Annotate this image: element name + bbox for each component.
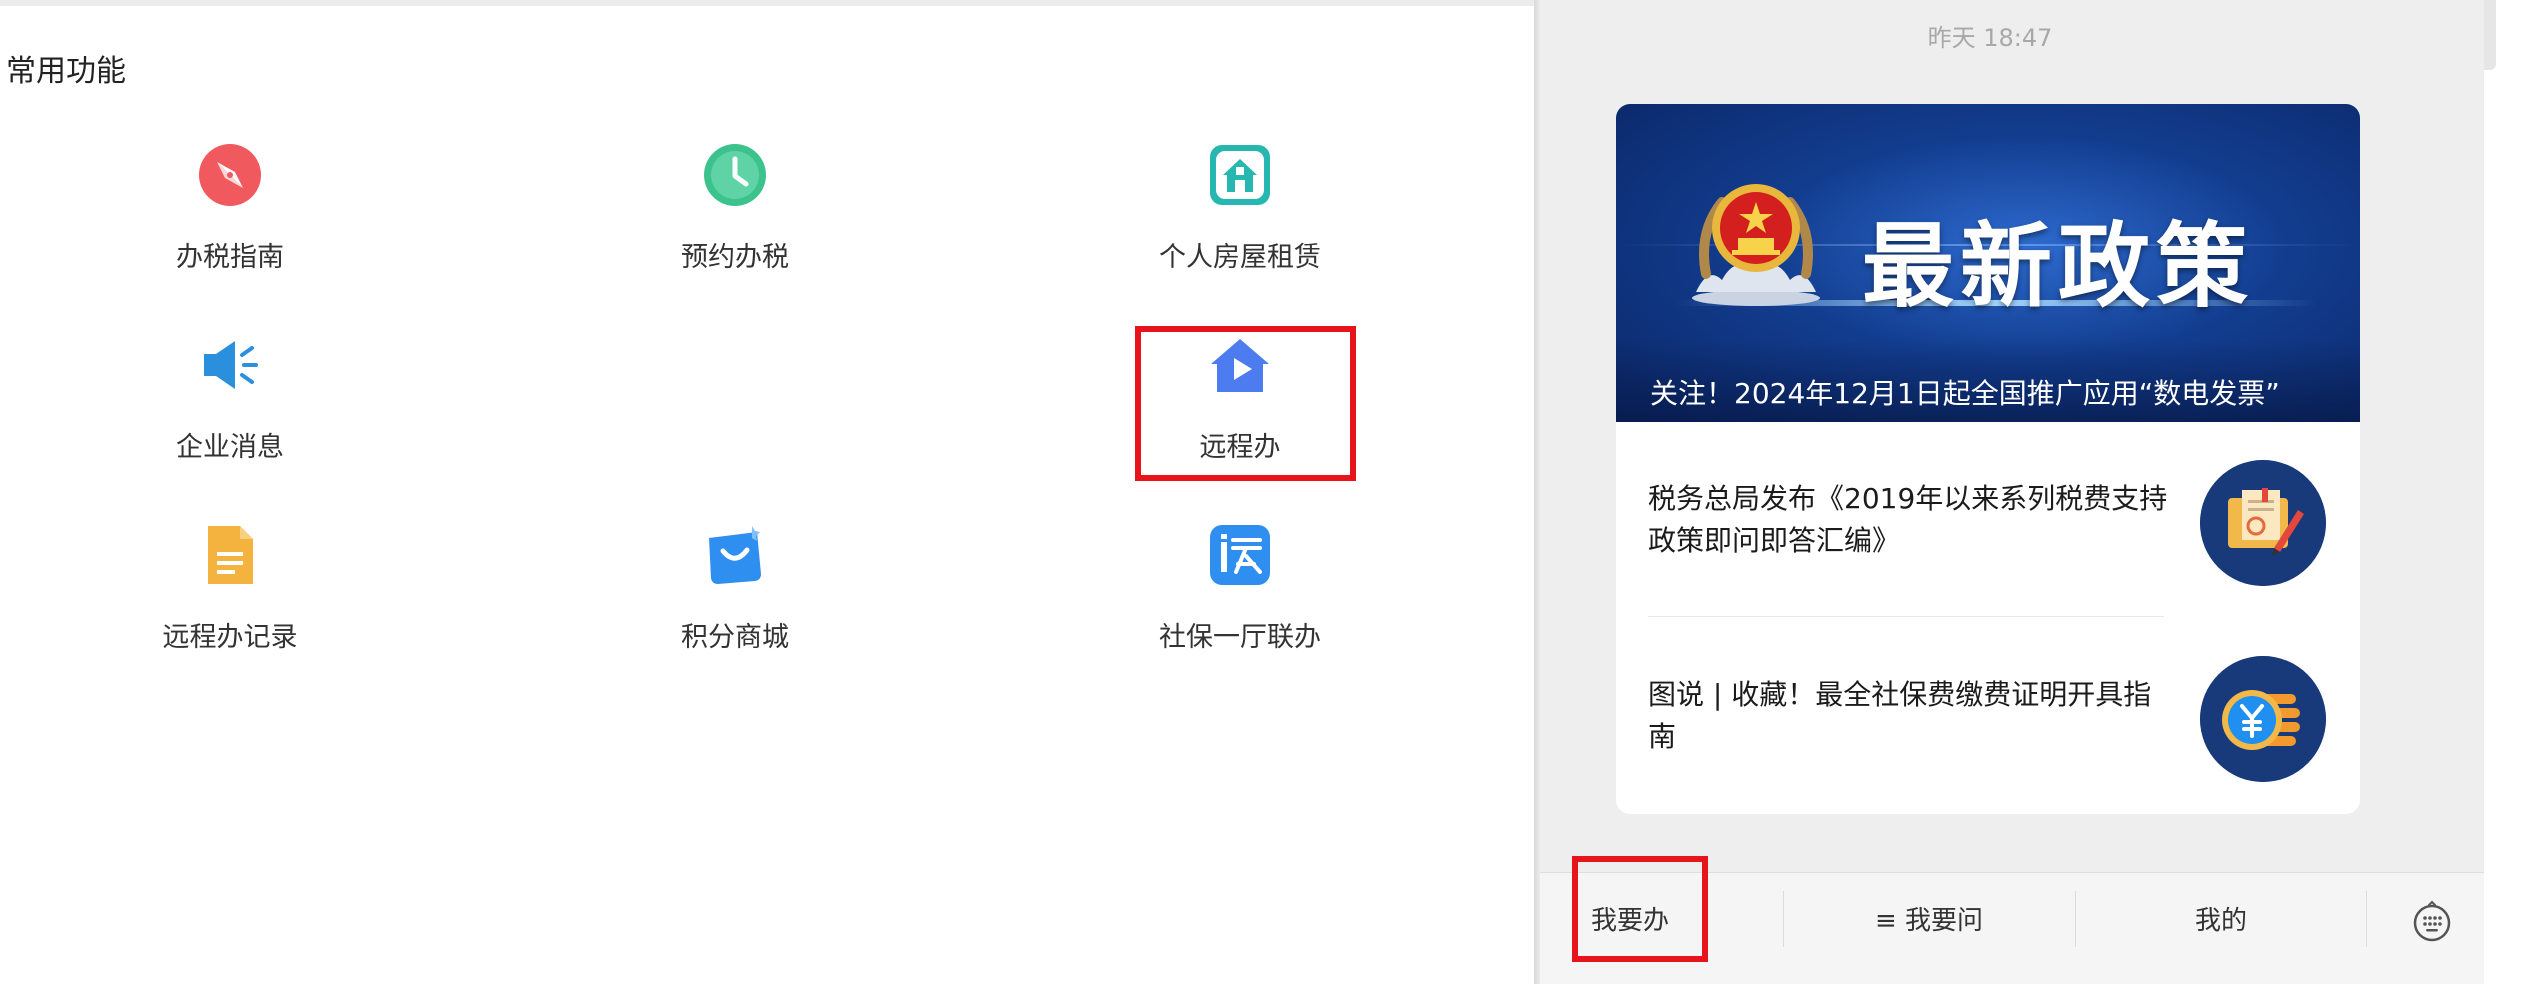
news-title: 图说 | 收藏！最全社保费缴费证明开具指南 (1648, 678, 2152, 753)
remote-house-play-icon (1205, 330, 1275, 400)
news-card: 最新政策 关注！2024年12月1日起全国推广应用“数电发票” 税务总局发布《2… (1616, 104, 2360, 814)
function-label: 预约办税 (681, 242, 789, 273)
national-emblem-icon (1688, 162, 1824, 312)
function-points-mall[interactable]: 积分商城 (585, 520, 885, 690)
news-item[interactable]: 税务总局发布《2019年以来系列税费支持政策即问即答汇编》 (1616, 422, 2360, 618)
function-label: 积分商城 (681, 622, 789, 653)
banner-caption: 关注！2024年12月1日起全国推广应用“数电发票” (1650, 377, 2280, 410)
section-title: 常用功能 (6, 54, 126, 89)
function-label: 远程办 (1199, 432, 1281, 463)
keyboard-icon[interactable] (2410, 899, 2454, 943)
function-remote-office[interactable]: 远程办 (1090, 330, 1390, 500)
megaphone-icon (195, 330, 265, 400)
policy-banner[interactable]: 最新政策 关注！2024年12月1日起全国推广应用“数电发票” (1616, 104, 2360, 422)
news-title: 税务总局发布《2019年以来系列税费支持政策即问即答汇编》 (1648, 482, 2168, 557)
panel-top-border (0, 0, 1534, 6)
function-label: 远程办记录 (162, 622, 298, 653)
function-appointment[interactable]: 预约办税 (585, 140, 885, 310)
menu-item-i-want-to-do[interactable]: 我要办 (1560, 873, 1700, 985)
social-security-icon (1205, 520, 1275, 590)
document-icon (195, 520, 265, 590)
function-label: 个人房屋租赁 (1159, 242, 1321, 273)
compass-icon (195, 140, 265, 210)
function-label: 办税指南 (176, 242, 284, 273)
menu-item-i-want-to-ask[interactable]: ≡ 我要问 (1784, 873, 2074, 985)
document-pen-icon (2200, 460, 2326, 586)
house-rent-icon (1205, 140, 1275, 210)
yuan-coin-icon (2200, 656, 2326, 782)
message-timestamp: 昨天 18:47 (1927, 24, 2053, 52)
common-functions-panel: 常用功能 办税指南 预约办税 个人房屋租赁 企业消息 远程办 远程办记录 积分商… (0, 0, 1534, 984)
function-remote-records[interactable]: 远程办记录 (80, 520, 380, 690)
function-label: 社保一厅联办 (1159, 622, 1321, 653)
clock-icon (700, 140, 770, 210)
function-house-rental[interactable]: 个人房屋租赁 (1090, 140, 1390, 310)
function-enterprise-messages[interactable]: 企业消息 (80, 330, 380, 500)
edge-nub (2484, 0, 2496, 70)
menu-item-mine[interactable]: 我的 (2076, 873, 2366, 985)
function-tax-guide[interactable]: 办税指南 (80, 140, 380, 310)
banner-title: 最新政策 (1862, 213, 2255, 320)
banner-caption-bar: 关注！2024年12月1日起全国推广应用“数电发票” (1616, 340, 2360, 422)
menu-separator (2366, 891, 2367, 947)
window-edge (2484, 0, 2522, 984)
function-label: 企业消息 (176, 432, 284, 463)
shopping-bag-icon (700, 520, 770, 590)
news-item[interactable]: 图说 | 收藏！最全社保费缴费证明开具指南 (1616, 618, 2360, 814)
news-separator (1648, 616, 2164, 617)
function-social-security[interactable]: 社保一厅联办 (1090, 520, 1390, 690)
bottom-menu-bar: 我要办 ≡ 我要问 我的 (1540, 872, 2484, 984)
